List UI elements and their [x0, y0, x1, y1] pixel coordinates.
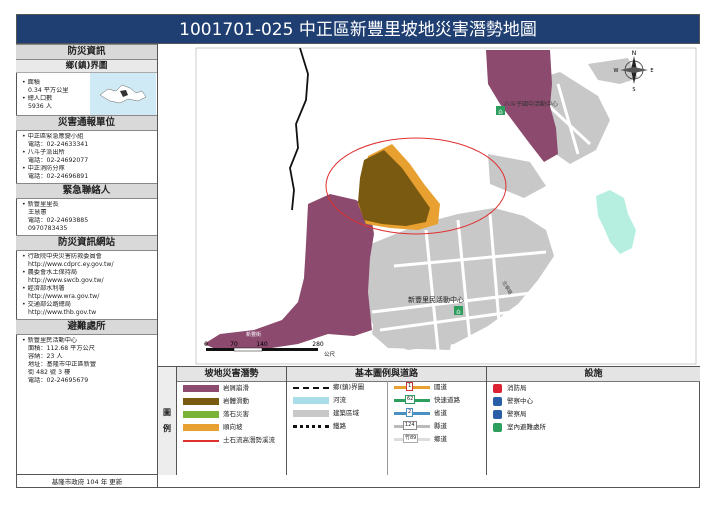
section-websites: 防災資訊網站	[16, 235, 157, 251]
shelter-area: 面積：112.68 平方公尺	[28, 345, 95, 352]
websites-list: 行政院中央災害防救委員會 http://www.cdprc.ey.gov.tw/…	[16, 251, 157, 319]
legend-item-building: 建築區域	[287, 407, 387, 420]
update-footer: 基隆市政府 104 年 更新	[16, 474, 158, 489]
section-emergency-contact: 緊急聯絡人	[16, 183, 157, 199]
facility-legend-title: 設施	[487, 367, 700, 382]
legend-side-label: 圖	[163, 408, 171, 417]
legend-item-rock: 岩體滑動	[177, 395, 286, 408]
hazard-legend-title: 坡地災害潛勢	[177, 367, 286, 382]
unit-phone: 電話：02-24692077	[28, 157, 89, 164]
population-label: 總人口數	[22, 95, 69, 103]
shelter-name: 新豐里民活動中心	[22, 337, 153, 345]
shelter-icon[interactable]: ⌂	[454, 306, 463, 316]
contact-mobile: 0970783435	[28, 225, 68, 232]
site-name: 行政院中央災害防救委員會	[22, 253, 153, 261]
section-disaster-info: 防災資訊	[16, 44, 157, 60]
svg-text:W: W	[614, 68, 619, 74]
svg-text:N: N	[632, 50, 637, 57]
unit-phone: 電話：02-24633341	[28, 141, 89, 148]
contact-title: 新豐里里長	[22, 201, 153, 209]
base-legend-title: 基本圖例與道路	[287, 367, 486, 382]
section-report-units: 災害通報單位	[16, 115, 157, 131]
legend-item-fire-dept: 消防局	[487, 382, 700, 395]
area-label: 面積	[22, 79, 69, 87]
legend-item-national-road: 1 國道	[388, 381, 488, 394]
contact-block: 新豐里里長 王慧蕙 電話：02-24693885 0970783435	[16, 199, 157, 235]
legend-item-shelter: 室內避難處所	[487, 421, 700, 434]
section-boundary-map: 鄉(鎮)界圖	[16, 60, 157, 73]
legend-item-police-center: 警察中心	[487, 395, 700, 408]
activity-center-label: 八斗子國中活動中心	[504, 100, 558, 108]
svg-text:⌂: ⌂	[456, 308, 460, 316]
unit-phone: 電話：02-24696891	[28, 173, 89, 180]
legend-item-dip: 順向坡	[177, 421, 286, 434]
population-value: 5936 人	[28, 103, 52, 110]
road-label: 新豐街	[246, 331, 261, 338]
map-legend: 圖 例 坡地災害潛勢 岩屑崩滑 岩體滑動 落石災害 順向坡 土石流高潛勢溪流 基…	[158, 366, 700, 475]
site-url[interactable]: http://www.cdprc.ey.gov.tw/	[22, 261, 153, 269]
legend-item-railway: 鐵路	[287, 420, 387, 433]
shelter-block: 新豐里民活動中心 面積：112.68 平方公尺 容納：23 人 地址：基隆市中正…	[16, 335, 157, 387]
site-url[interactable]: http://www.wra.gov.tw/	[22, 293, 153, 301]
legend-item-county-road: 124 縣道	[388, 420, 488, 433]
boundary-block: 面積 0.34 平方公里 總人口數 5936 人	[16, 73, 157, 115]
legend-item-rockfall: 落石災害	[177, 408, 286, 421]
shelter-phone: 電話：02-24695679	[28, 377, 89, 384]
svg-text:⌂: ⌂	[498, 108, 502, 116]
svg-text:0: 0	[204, 341, 208, 348]
facility-legend: 設施 消防局 警察中心 警察局 室內避難處所	[486, 367, 700, 475]
site-url[interactable]: http://www.swcb.gov.tw/	[22, 277, 153, 285]
police-station-icon	[493, 410, 502, 419]
svg-text:280: 280	[312, 341, 324, 348]
svg-text:公尺: 公尺	[324, 351, 336, 358]
map-canvas: 八斗子國中活動中心 新豐里民活動中心 新豐街 北寧路 ⌂ ⌂ N E S W 0…	[158, 44, 700, 366]
svg-text:E: E	[650, 68, 653, 74]
shelter-address: 地址：基隆市中正區新豐	[28, 361, 97, 368]
base-legend: 基本圖例與道路 鄉(鎮)界圖 河流 建築區域 鐵路 1 國道 62 快速道路 2 省道…	[286, 367, 486, 475]
svg-text:S: S	[632, 87, 635, 93]
unit-name: 中正消防分隊	[22, 165, 153, 173]
svg-text:140: 140	[256, 341, 268, 348]
info-panel: 防災資訊 鄉(鎮)界圖 面積 0.34 平方公里 總人口數 5936 人 災害通…	[16, 44, 158, 488]
site-name: 經濟部水利署	[22, 285, 153, 293]
unit-name: 中正區緊急應變小組	[22, 133, 153, 141]
legend-side-label: 例	[163, 424, 171, 433]
shelter-capacity: 容納：23 人	[28, 353, 63, 360]
page-title: 1001701-025 中正區新豐里坡地災害潛勢地圖	[16, 14, 700, 44]
community-center-label: 新豐里民活動中心	[408, 295, 464, 304]
legend-item-provincial-road: 2 省道	[388, 407, 488, 420]
unit-name: 八斗子派出所	[22, 149, 153, 157]
legend-item-township-road: 竹89 鄉道	[388, 433, 488, 446]
legend-item-stream: 土石流高潛勢溪流	[177, 434, 286, 447]
legend-item-boundary: 鄉(鎮)界圖	[287, 381, 387, 394]
indoor-shelter-icon	[493, 423, 502, 432]
legend-item-police-station: 警察局	[487, 408, 700, 421]
svg-text:70: 70	[230, 341, 238, 348]
report-units-list: 中正區緊急應變小組 電話：02-24633341 八斗子派出所 電話：02-24…	[16, 131, 157, 183]
fire-dept-icon	[493, 384, 502, 393]
site-url[interactable]: http://www.thb.gov.tw	[22, 309, 153, 317]
legend-item-expressway: 62 快速道路	[388, 394, 488, 407]
contact-phone: 電話：02-24693885	[28, 217, 89, 224]
police-center-icon	[493, 397, 502, 406]
legend-item-river: 河流	[287, 394, 387, 407]
hazard-map[interactable]: 八斗子國中活動中心 新豐里民活動中心 新豐街 北寧路 ⌂ ⌂ N E S W 0…	[158, 44, 700, 366]
site-name: 交通部公路總局	[22, 301, 153, 309]
section-shelter: 避難處所	[16, 319, 157, 335]
hazard-legend: 坡地災害潛勢 岩屑崩滑 岩體滑動 落石災害 順向坡 土石流高潛勢溪流	[176, 367, 286, 475]
legend-item-debris: 岩屑崩滑	[177, 382, 286, 395]
shelter-address-cont: 街 482 號 3 樓	[28, 369, 71, 376]
area-value: 0.34 平方公里	[28, 87, 69, 94]
site-name: 農委會水土保持局	[22, 269, 153, 277]
legend-side: 圖 例	[158, 367, 176, 475]
district-locator-map	[90, 73, 156, 115]
contact-name: 王慧蕙	[28, 209, 47, 216]
shelter-icon[interactable]: ⌂	[496, 106, 505, 116]
